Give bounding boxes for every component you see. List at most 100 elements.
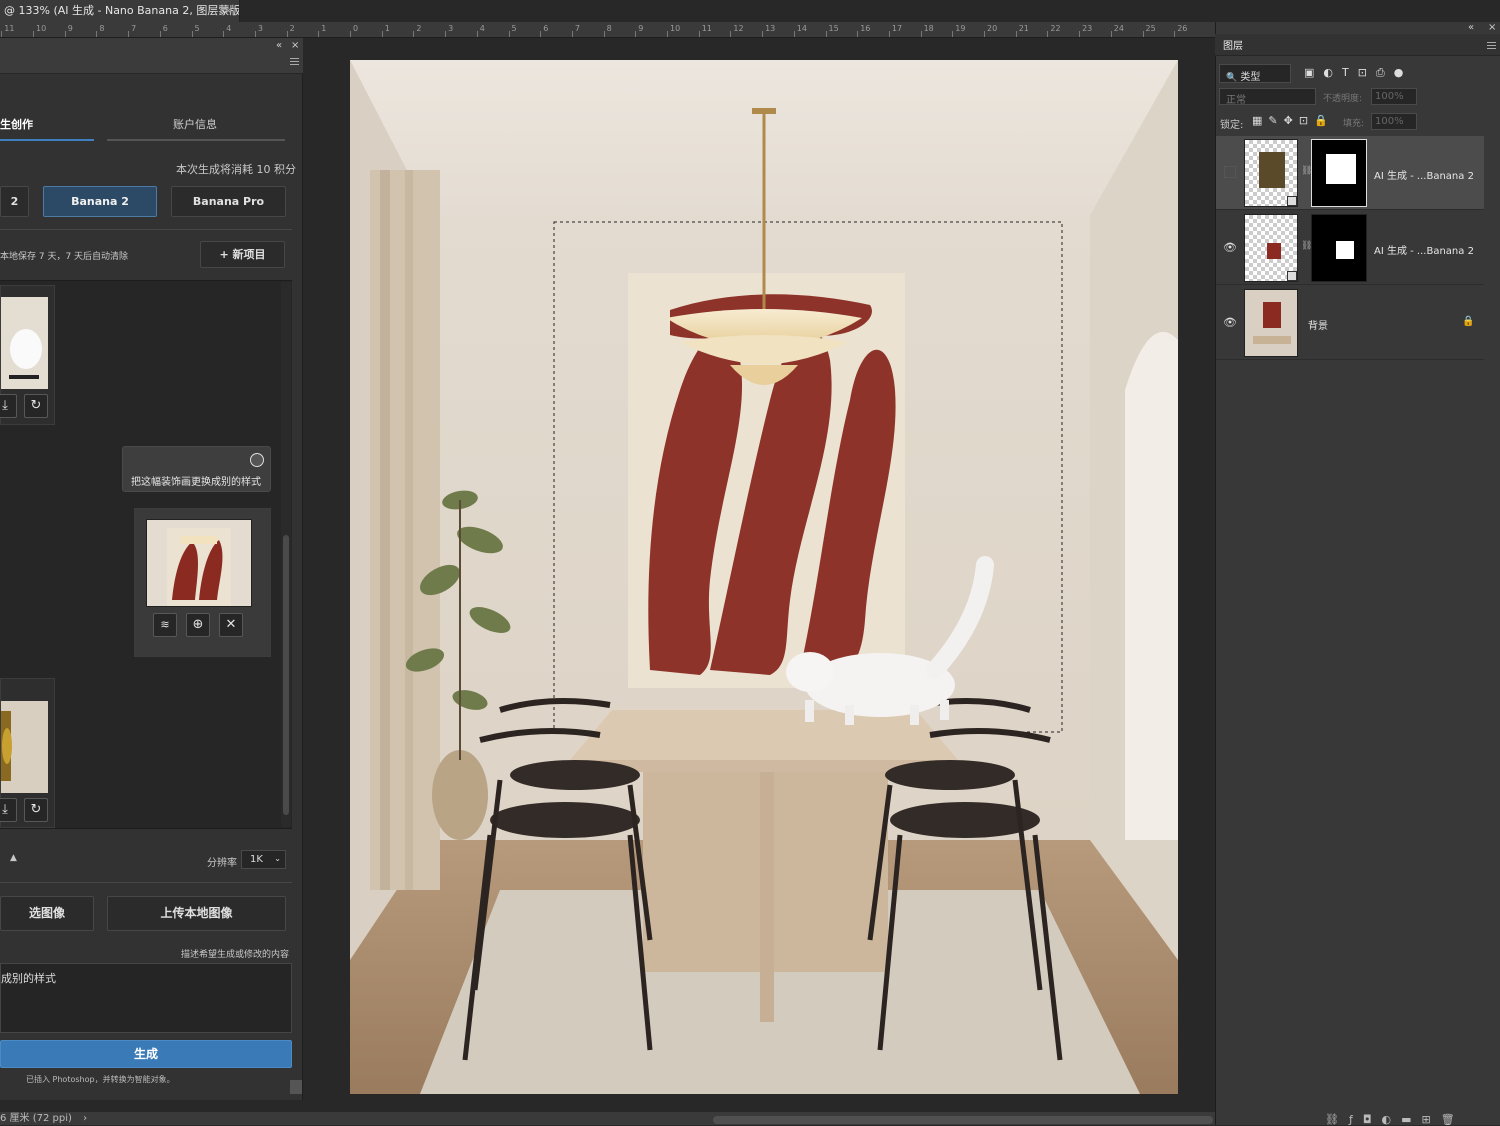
ruler-tick	[318, 31, 320, 37]
ruler-tick-label: 12	[733, 24, 744, 33]
close-tab-icon[interactable]: ×	[224, 0, 233, 22]
ruler-tick	[698, 31, 700, 37]
chevron-down-icon: ⌄	[274, 854, 281, 863]
model-button-banana-2[interactable]: Banana 2	[43, 186, 157, 217]
ruler-tick	[1, 31, 3, 37]
canvas-horizontal-scrollbar[interactable]	[713, 1116, 1213, 1124]
close-icon[interactable]: ✕	[219, 613, 243, 637]
history-scrollbar-thumb[interactable]	[283, 535, 289, 815]
ruler-tick	[635, 31, 637, 37]
ruler-tick	[888, 31, 890, 37]
ruler-tick-label: 19	[955, 24, 966, 33]
tab-bar	[240, 0, 1500, 22]
divider	[0, 229, 292, 230]
horizontal-ruler[interactable]: 11 10 9 8 7 6 5 4 3 2 1 0 1 2 3 4 5 6 7 8 9 10 11 12 13 14 15 16 17 1…	[0, 22, 1215, 38]
history-card: ⤓ ↻	[0, 285, 55, 425]
generated-thumbnail[interactable]	[1, 701, 48, 793]
layer-row[interactable]: 👁 ⛓ AI 生成 - ...Banana 2	[1216, 211, 1484, 285]
resolution-label: 分辨率	[207, 858, 237, 869]
download-icon[interactable]: ⤓	[0, 798, 17, 822]
ruler-tick	[96, 31, 98, 37]
collapse-panel-icon[interactable]: «	[1468, 22, 1474, 33]
new-project-button[interactable]: + 新项目	[200, 241, 285, 268]
visibility-toggle[interactable]	[1224, 166, 1236, 178]
opacity-value: 100%	[1375, 91, 1404, 102]
close-panel-icon[interactable]: ×	[291, 40, 299, 51]
ruler-tick-label: 24	[1113, 24, 1124, 33]
close-panel-icon[interactable]: ×	[1488, 22, 1496, 33]
layer-row[interactable]: ⛓ AI 生成 - ...Banana 2	[1216, 136, 1484, 210]
ruler-tick-label: 25	[1145, 24, 1156, 33]
refresh-icon[interactable]: ↻	[24, 798, 48, 822]
fill-label: 填充:	[1343, 119, 1365, 129]
resolution-select[interactable]: 1K ⌄	[241, 850, 286, 869]
ruler-tick-label: 6	[162, 24, 168, 33]
blend-mode-select[interactable]: 正常	[1219, 88, 1316, 106]
model-button-banana-pro[interactable]: Banana Pro	[171, 186, 286, 217]
tab-create[interactable]: 生创作	[0, 116, 33, 132]
fill-input[interactable]: 100%	[1371, 113, 1417, 130]
layers-tab-bar: 图层	[1215, 34, 1500, 56]
collapse-caret-icon[interactable]: ▲	[10, 853, 17, 863]
prompt-textarea[interactable]: 成别的样式	[0, 963, 292, 1033]
layer-filter-icons[interactable]: ▣◐T⊡⎙●	[1304, 66, 1412, 80]
status-arrow-icon[interactable]: ›	[83, 1113, 87, 1124]
panel-scroll-corner[interactable]	[290, 1080, 302, 1094]
panel-menu-icon[interactable]	[290, 58, 299, 65]
user-icon	[250, 453, 264, 467]
refresh-icon[interactable]: ↻	[24, 394, 48, 418]
smart-object-icon	[1287, 271, 1297, 281]
ruler-tick-label: 17	[891, 24, 903, 33]
layer-mask-thumbnail[interactable]	[1311, 214, 1367, 282]
ruler-tick	[540, 31, 542, 37]
ruler-tick	[64, 31, 66, 37]
ruler-tick-label: 23	[1082, 24, 1093, 33]
layer-row[interactable]: 👁 背景 🔒	[1216, 286, 1484, 360]
generated-thumbnail[interactable]	[1, 297, 48, 389]
lock-label: 锁定:	[1220, 120, 1244, 131]
collapse-panel-icon[interactable]: «	[276, 40, 282, 51]
ruler-tick-label: 10	[670, 24, 681, 33]
layer-filter-select[interactable]: 🔍 类型	[1219, 64, 1291, 83]
layers-menu-icon[interactable]	[1487, 42, 1496, 49]
eye-icon[interactable]: 👁	[1223, 316, 1237, 329]
ruler-tick	[730, 31, 732, 37]
opacity-input[interactable]: 100%	[1371, 88, 1417, 105]
select-image-button[interactable]: 选图像	[0, 896, 94, 931]
ruler-tick	[1110, 31, 1112, 37]
ruler-tick	[1174, 31, 1176, 37]
result-thumbnail[interactable]	[146, 519, 252, 607]
opacity-label: 不透明度:	[1323, 94, 1363, 104]
layer-name[interactable]: AI 生成 - ...Banana 2	[1374, 242, 1474, 257]
tab-account-info[interactable]: 账户信息	[173, 116, 217, 132]
prompt-bubble-text: 把这幅装饰画更换成别的样式	[131, 477, 261, 488]
ruler-tick	[1079, 31, 1081, 37]
document-tab[interactable]: @ 133% (AI 生成 - Nano Banana 2, 图层蒙版/8) *…	[0, 0, 240, 22]
download-icon[interactable]: ⤓	[0, 394, 17, 418]
upload-local-image-button[interactable]: 上传本地图像	[107, 896, 286, 931]
blend-mode-value: 正常	[1226, 95, 1246, 106]
layer-name[interactable]: 背景	[1308, 317, 1328, 332]
ruler-tick	[952, 31, 954, 37]
layers-tab-title[interactable]: 图层	[1223, 37, 1243, 52]
ruler-tick	[667, 31, 668, 37]
layer-name[interactable]: AI 生成 - ...Banana 2	[1374, 167, 1474, 182]
ruler-tick	[825, 31, 827, 37]
ruler-tick-label: 1	[384, 24, 390, 33]
lock-icons[interactable]: ▦✎✥⊡🔒	[1252, 114, 1334, 127]
document-canvas-image[interactable]	[350, 60, 1178, 1094]
dining-room-photo	[350, 60, 1178, 1094]
ruler-tick-label: 13	[765, 24, 776, 33]
layers-icon[interactable]: ≋	[153, 613, 177, 637]
ruler-tick	[984, 31, 985, 37]
zoom-in-icon[interactable]: ⊕	[186, 613, 210, 637]
ruler-tick-label: 20	[987, 24, 998, 33]
ruler-tick	[920, 31, 922, 37]
layer-mask-thumbnail[interactable]	[1311, 139, 1367, 207]
model-button-nano-banana[interactable]: 2	[0, 186, 29, 217]
ruler-tick-label: 4	[226, 24, 232, 33]
eye-icon[interactable]: 👁	[1223, 241, 1237, 254]
layers-footer-icons[interactable]: ⛓ƒ◘◐▬⊞🗑	[1325, 1113, 1465, 1126]
describe-hint: 描述希望生成或修改的内容	[181, 950, 290, 960]
generate-button[interactable]: 生成	[0, 1040, 292, 1068]
